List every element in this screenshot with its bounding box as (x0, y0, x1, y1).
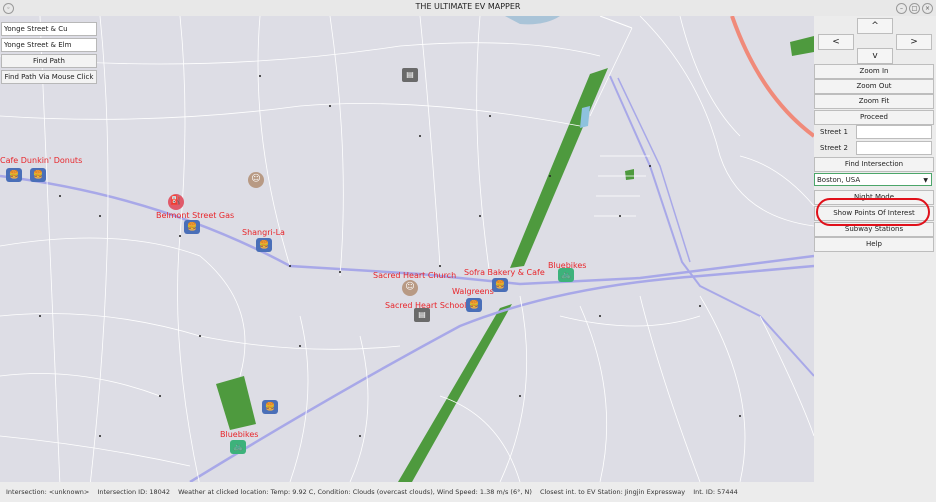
status-bar: Intersection: <unknown> Intersection ID:… (0, 482, 936, 502)
status-intersection-id: Intersection ID: 18042 (97, 488, 171, 496)
poi-label: Sacred Heart Church (373, 271, 457, 280)
street2-input[interactable] (856, 141, 932, 155)
person-icon[interactable]: ☺ (248, 172, 264, 188)
street2-label: Street 2 (820, 144, 848, 152)
map-roads (0, 16, 814, 482)
poi-label: Walgreens (452, 287, 494, 296)
highlight-annotation (816, 198, 930, 226)
close-icon[interactable]: × (922, 3, 933, 14)
poi-label: Sofra Bakery & Cafe (464, 268, 545, 277)
poi-label: Belmont Street Gas (156, 211, 235, 220)
street1-input[interactable] (856, 125, 932, 139)
minimize-icon[interactable]: – (896, 3, 907, 14)
bike-icon[interactable]: 🚲 (558, 268, 574, 282)
food-icon[interactable]: 🍔 (262, 400, 278, 414)
status-int-id: Int. ID: 57444 (693, 488, 738, 496)
gas-station-icon[interactable]: ⛽ (168, 194, 184, 210)
zoom-fit-button[interactable]: Zoom Fit (814, 94, 934, 109)
window-title: THE ULTIMATE EV MAPPER (415, 2, 521, 11)
food-icon[interactable]: 🍔 (30, 168, 46, 182)
map-canvas[interactable]: Cafe Dunkin' Donuts 🍔 🍔 ⛽ Belmont Street… (0, 16, 814, 482)
path-panel: Yonge Street & Cu Yonge Street & Elm Fin… (1, 22, 97, 86)
status-closest-ev: Closest int. to EV Station: Jingjin Expr… (539, 488, 686, 496)
find-path-button[interactable]: Find Path (1, 54, 97, 68)
pan-up-button[interactable]: ^ (857, 18, 893, 34)
find-path-mouse-button[interactable]: Find Path Via Mouse Click (1, 70, 97, 84)
city-select-value: Boston, USA (817, 176, 861, 184)
status-intersection: Intersection: <unknown> (6, 488, 90, 496)
bus-icon[interactable]: ▤ (402, 68, 418, 82)
zoom-out-button[interactable]: Zoom Out (814, 79, 934, 94)
food-icon[interactable]: 🍔 (256, 238, 272, 252)
chevron-down-icon: ▼ (923, 177, 928, 184)
find-intersection-button[interactable]: Find Intersection (814, 157, 934, 172)
pan-down-button[interactable]: v (857, 48, 893, 64)
poi-label: Shangri-La (242, 228, 285, 237)
city-select[interactable]: Boston, USA ▼ (814, 173, 932, 186)
food-icon[interactable]: 🍔 (6, 168, 22, 182)
proceed-button[interactable]: Proceed (814, 110, 934, 125)
school-icon[interactable]: ▤ (414, 308, 430, 322)
maximize-icon[interactable]: □ (909, 3, 920, 14)
bike-icon[interactable]: 🚲 (230, 440, 246, 454)
window-titlebar: ◦ THE ULTIMATE EV MAPPER – □ × (0, 0, 936, 17)
street2-path-input[interactable]: Yonge Street & Elm (1, 38, 97, 52)
pan-left-button[interactable]: < (818, 34, 854, 50)
food-icon[interactable]: 🍔 (492, 278, 508, 292)
status-weather: Weather at clicked location: Temp: 9.92 … (178, 488, 532, 496)
street1-path-input[interactable]: Yonge Street & Cu (1, 22, 97, 36)
zoom-in-button[interactable]: Zoom In (814, 64, 934, 79)
poi-label: Cafe Dunkin' Donuts (0, 156, 83, 165)
street1-label: Street 1 (820, 128, 848, 136)
help-button[interactable]: Help (814, 237, 934, 252)
pan-right-button[interactable]: > (896, 34, 932, 50)
food-icon[interactable]: 🍔 (184, 220, 200, 234)
food-icon[interactable]: 🍔 (466, 298, 482, 312)
church-icon[interactable]: ☺ (402, 280, 418, 296)
poi-label: Bluebikes (220, 430, 259, 439)
control-panel: ^ < > v Zoom In Zoom Out Zoom Fit Procee… (814, 16, 936, 482)
